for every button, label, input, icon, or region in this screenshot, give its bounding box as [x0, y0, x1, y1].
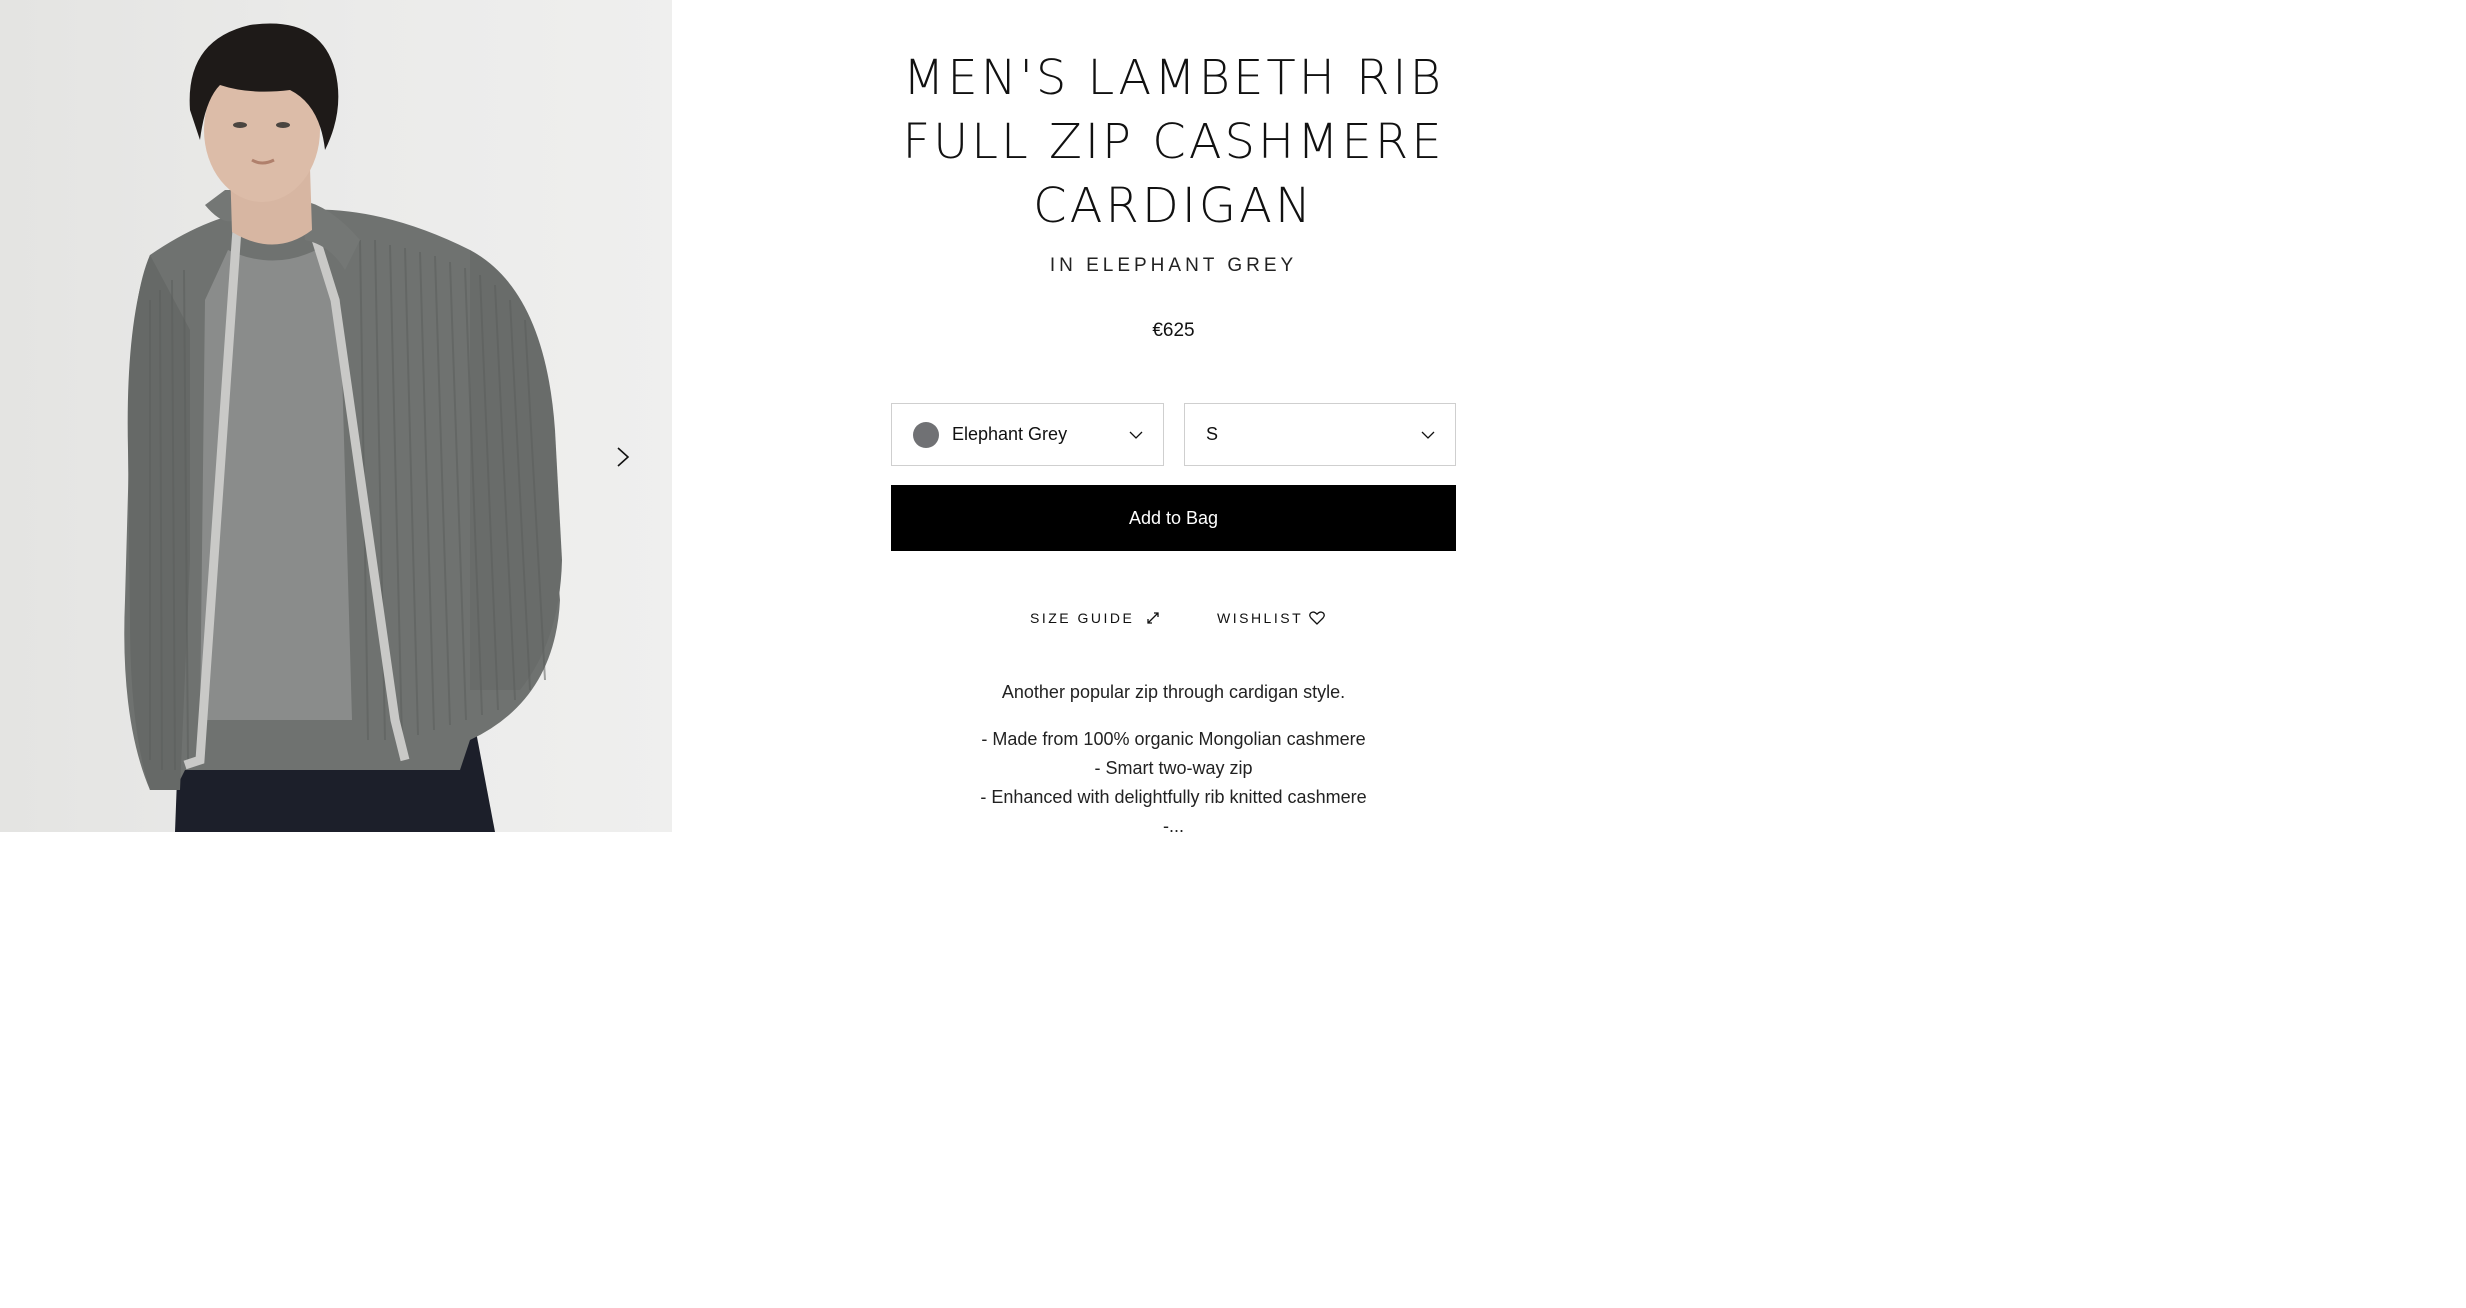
description-bullet: - Made from 100% organic Mongolian cashm… [981, 729, 1366, 749]
heart-icon [1309, 611, 1326, 625]
size-select[interactable]: S [1184, 403, 1456, 466]
colour-select[interactable]: Elephant Grey [891, 403, 1164, 466]
size-guide-label: SIZE GUIDE [1030, 610, 1135, 626]
description-lead: Another popular zip through cardigan sty… [1001, 682, 1346, 702]
product-image [0, 0, 672, 832]
size-select-value: S [1206, 424, 1219, 444]
chevron-down-icon [1129, 431, 1143, 439]
add-to-bag-button[interactable]: Add to Bag [891, 485, 1456, 551]
product-price: €625 [1152, 320, 1195, 341]
expand-arrows-icon [1147, 612, 1160, 624]
gallery-next-button[interactable] [616, 446, 648, 478]
product-colour-subtitle: IN ELEPHANT GREY [1049, 255, 1298, 276]
product-title: MEN'S LAMBETH RIB FULL ZIP CASHMERE CARD… [902, 50, 1445, 234]
model-photo [124, 23, 562, 832]
chevron-right-icon [617, 447, 630, 467]
size-guide-link[interactable]: SIZE GUIDE [1030, 610, 1160, 626]
wishlist-link[interactable]: WISHLIST [1217, 610, 1326, 626]
product-info-panel: MEN'S LAMBETH RIB FULL ZIP CASHMERE CARD… [672, 0, 1568, 836]
chevron-down-icon [1421, 431, 1435, 439]
colour-select-value: Elephant Grey [952, 424, 1068, 444]
description-bullet: - Enhanced with delightfully rib knitted… [980, 787, 1367, 807]
colour-swatch [913, 421, 939, 448]
description-bullet: -... [1163, 816, 1184, 836]
product-description: Another popular zip through cardigan sty… [892, 678, 1455, 841]
product-links: SIZE GUIDE WISHLIST [672, 607, 1568, 631]
wishlist-label: WISHLIST [1217, 610, 1304, 626]
description-bullet: - Smart two-way zip [1094, 758, 1253, 778]
